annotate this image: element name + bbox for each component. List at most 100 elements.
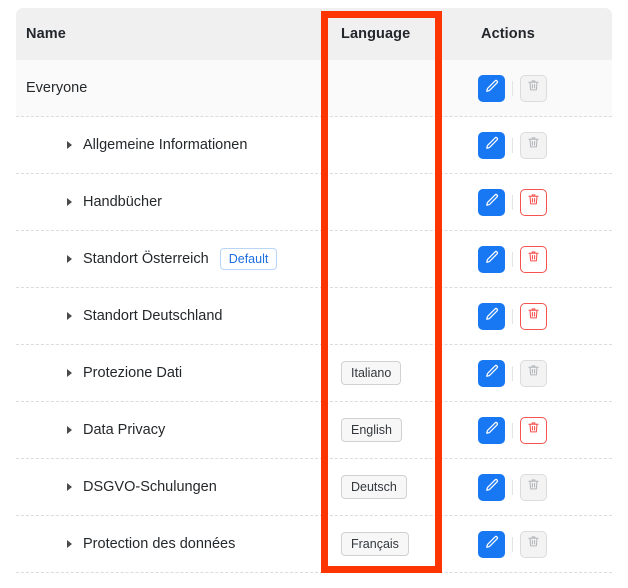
delete-button-disabled: [520, 530, 547, 558]
row-name-label: Standort Deutschland: [83, 308, 223, 324]
pencil-icon: [485, 478, 499, 497]
delete-button[interactable]: [520, 245, 547, 273]
edit-button[interactable]: [478, 131, 505, 159]
cell-language: [322, 60, 442, 116]
row-name-label: Standort Österreich: [83, 251, 209, 267]
trash-icon: [527, 478, 540, 496]
column-header-language: Language: [341, 26, 411, 42]
table-row[interactable]: Protection des données Français: [16, 516, 612, 573]
expand-triangle-icon[interactable]: [67, 426, 72, 434]
cell-name: Data Privacy: [16, 402, 322, 458]
cell-actions: [442, 459, 612, 515]
cell-actions: [442, 174, 612, 230]
trash-icon: [527, 136, 540, 154]
cell-actions: [442, 231, 612, 287]
trash-icon: [527, 535, 540, 553]
cell-name: Protezione Dati: [16, 345, 322, 401]
pencil-icon: [485, 79, 499, 98]
edit-button[interactable]: [478, 416, 505, 444]
delete-button-disabled: [520, 359, 547, 387]
expand-triangle-icon[interactable]: [67, 540, 72, 548]
action-divider: [512, 251, 513, 267]
cell-language: Français: [322, 516, 442, 572]
cell-actions: [442, 117, 612, 173]
edit-button[interactable]: [478, 530, 505, 558]
table-body: Everyone Allgemeine Informationen Handbüch…: [16, 60, 612, 573]
expand-triangle-icon[interactable]: [67, 483, 72, 491]
cell-language: [322, 117, 442, 173]
expand-triangle-icon[interactable]: [67, 255, 72, 263]
table-row[interactable]: Standort Deutschland: [16, 288, 612, 345]
expand-triangle-icon[interactable]: [67, 312, 72, 320]
trash-icon: [527, 421, 540, 439]
table-row[interactable]: Everyone: [16, 60, 612, 117]
action-divider: [512, 137, 513, 153]
language-badge: English: [341, 418, 402, 442]
action-divider: [512, 422, 513, 438]
trash-icon: [527, 307, 540, 325]
pencil-icon: [485, 193, 499, 212]
cell-actions: [442, 516, 612, 572]
column-header-name: Name: [26, 26, 66, 42]
table-row[interactable]: DSGVO-Schulungen Deutsch: [16, 459, 612, 516]
edit-button[interactable]: [478, 188, 505, 216]
expand-triangle-icon[interactable]: [67, 141, 72, 149]
table-row[interactable]: Standort Österreich Default: [16, 231, 612, 288]
expand-triangle-icon[interactable]: [67, 369, 72, 377]
row-name-label: DSGVO-Schulungen: [83, 479, 217, 495]
cell-actions: [442, 288, 612, 344]
cell-language: English: [322, 402, 442, 458]
cell-name: Standort Österreich Default: [16, 231, 322, 287]
table-row[interactable]: Allgemeine Informationen: [16, 117, 612, 174]
action-divider: [512, 308, 513, 324]
groups-table: Name Language Actions Everyone Allgemeine…: [16, 8, 612, 573]
action-divider: [512, 536, 513, 552]
action-divider: [512, 194, 513, 210]
table-row[interactable]: Protezione Dati Italiano: [16, 345, 612, 402]
language-badge: Français: [341, 532, 409, 556]
row-name-label: Data Privacy: [83, 422, 166, 438]
action-divider: [512, 479, 513, 495]
action-divider: [512, 80, 513, 96]
table-row[interactable]: Handbücher: [16, 174, 612, 231]
cell-language: Deutsch: [322, 459, 442, 515]
cell-name: Standort Deutschland: [16, 288, 322, 344]
row-name-label: Protezione Dati: [83, 365, 183, 381]
row-name-label: Everyone: [26, 80, 88, 96]
pencil-icon: [485, 136, 499, 155]
trash-icon: [527, 79, 540, 97]
language-badge: Italiano: [341, 361, 402, 385]
column-header-actions: Actions: [481, 26, 535, 42]
cell-actions: [442, 345, 612, 401]
delete-button[interactable]: [520, 302, 547, 330]
delete-button-disabled: [520, 74, 547, 102]
cell-language: Italiano: [322, 345, 442, 401]
delete-button[interactable]: [520, 188, 547, 216]
cell-name: DSGVO-Schulungen: [16, 459, 322, 515]
table-row[interactable]: Data Privacy English: [16, 402, 612, 459]
edit-button[interactable]: [478, 359, 505, 387]
default-badge: Default: [219, 248, 278, 270]
pencil-icon: [485, 364, 499, 383]
action-divider: [512, 365, 513, 381]
cell-actions: [442, 402, 612, 458]
delete-button-disabled: [520, 473, 547, 501]
edit-button[interactable]: [478, 74, 505, 102]
trash-icon: [527, 250, 540, 268]
cell-language: [322, 231, 442, 287]
table-header-row: Name Language Actions: [16, 8, 612, 60]
edit-button[interactable]: [478, 245, 505, 273]
pencil-icon: [485, 250, 499, 269]
expand-triangle-icon[interactable]: [67, 198, 72, 206]
cell-name: Handbücher: [16, 174, 322, 230]
row-name-label: Protection des données: [83, 536, 236, 552]
cell-language: [322, 288, 442, 344]
trash-icon: [527, 193, 540, 211]
cell-name: Allgemeine Informationen: [16, 117, 322, 173]
delete-button[interactable]: [520, 416, 547, 444]
cell-language: [322, 174, 442, 230]
language-badge: Deutsch: [341, 475, 407, 499]
edit-button[interactable]: [478, 302, 505, 330]
pencil-icon: [485, 307, 499, 326]
edit-button[interactable]: [478, 473, 505, 501]
